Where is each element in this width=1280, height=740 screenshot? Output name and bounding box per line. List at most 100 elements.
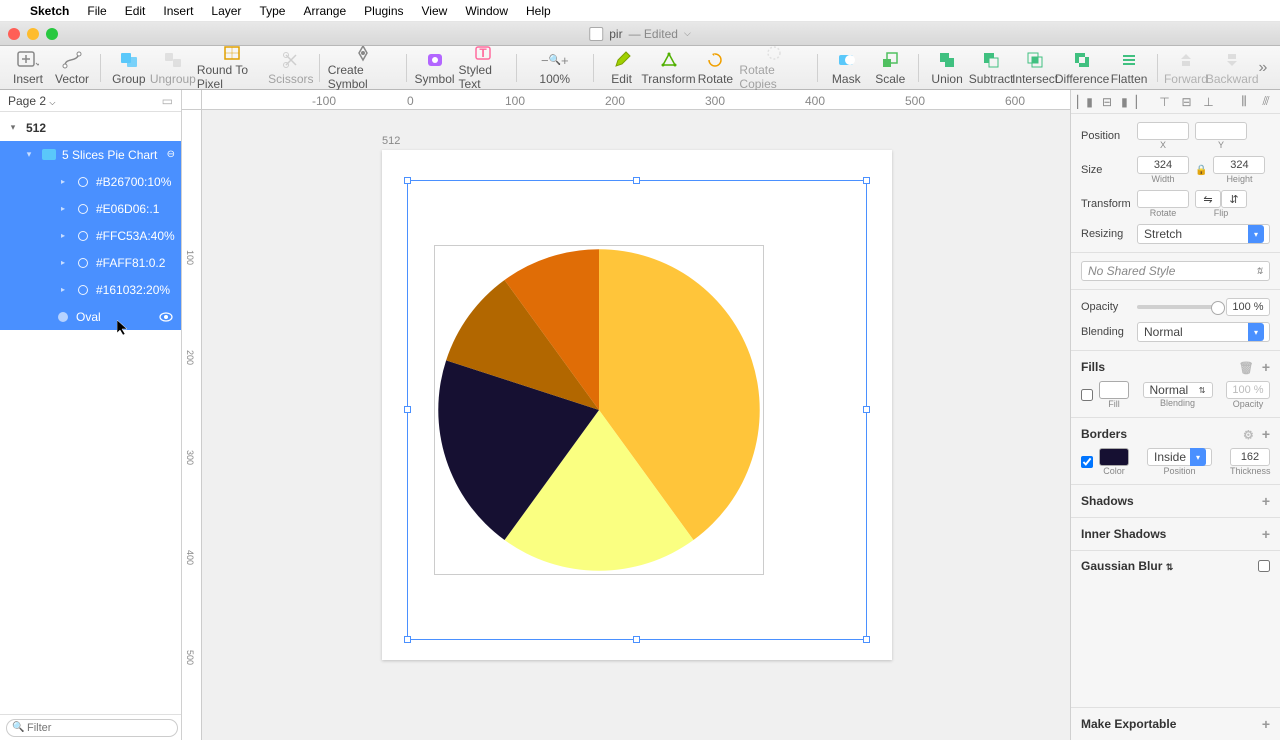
canvas[interactable]: -100 0 100 200 300 400 500 600 100 200 3… [182, 90, 1070, 740]
fill-enabled-checkbox[interactable] [1081, 389, 1093, 401]
resize-handle[interactable] [404, 636, 411, 643]
scale-button[interactable]: Scale [870, 48, 910, 88]
resize-handle[interactable] [404, 177, 411, 184]
difference-button[interactable]: Difference [1059, 48, 1105, 88]
fill-opacity-field[interactable]: 100 % [1226, 381, 1270, 399]
layer-shape[interactable]: ▸ #E06D06:.1 [0, 195, 181, 222]
menu-layer[interactable]: Layer [211, 4, 241, 18]
document-title: pir [609, 27, 622, 41]
forward-button[interactable]: Forward [1166, 48, 1206, 88]
menu-type[interactable]: Type [259, 4, 285, 18]
app-name[interactable]: Sketch [30, 4, 69, 18]
align-center-v-icon[interactable]: ⊟ [1179, 94, 1195, 110]
layer-shape[interactable]: ▸ #161032:20% [0, 276, 181, 303]
align-left-icon[interactable]: ▏▮ [1077, 94, 1093, 110]
align-center-h-icon[interactable]: ⊟ [1099, 94, 1115, 110]
add-export-button[interactable]: + [1262, 716, 1270, 732]
zoom-control[interactable]: − 🔍 +100% [525, 48, 585, 88]
align-right-icon[interactable]: ▮▕ [1121, 94, 1137, 110]
close-button[interactable] [8, 28, 20, 40]
make-exportable-header[interactable]: Make Exportable [1081, 717, 1176, 731]
border-enabled-checkbox[interactable] [1081, 456, 1093, 468]
scissors-button[interactable]: Scissors [271, 48, 311, 88]
vector-button[interactable]: Vector [52, 48, 92, 88]
add-shadow-button[interactable]: + [1262, 493, 1270, 509]
blending-select[interactable]: Normal▾ [1137, 322, 1270, 342]
add-inner-shadow-button[interactable]: + [1262, 526, 1270, 542]
filter-input[interactable] [6, 719, 178, 737]
flip-h-button[interactable]: ⇋ [1195, 190, 1221, 208]
resize-handle[interactable] [863, 177, 870, 184]
opacity-slider[interactable] [1137, 305, 1220, 309]
layer-group[interactable]: ▾ 5 Slices Pie Chart ⊖ [0, 141, 181, 168]
chevron-down-icon[interactable]: ⌵ [684, 28, 691, 39]
menu-edit[interactable]: Edit [125, 4, 146, 18]
insert-button[interactable]: Insert [8, 48, 48, 88]
menu-view[interactable]: View [422, 4, 448, 18]
round-to-pixel-button[interactable]: Round To Pixel [197, 48, 267, 88]
menu-help[interactable]: Help [526, 4, 551, 18]
menu-insert[interactable]: Insert [163, 4, 193, 18]
x-field[interactable] [1137, 122, 1189, 140]
resize-handle[interactable] [863, 636, 870, 643]
layer-artboard[interactable]: ▾ 512 [0, 114, 181, 141]
toolbar-overflow-icon[interactable]: » [1258, 59, 1272, 77]
rotate-button[interactable]: Rotate [695, 48, 735, 88]
visibility-icon[interactable] [159, 310, 173, 324]
fill-color-swatch[interactable] [1099, 381, 1129, 399]
menu-arrange[interactable]: Arrange [303, 4, 346, 18]
resize-handle[interactable] [863, 406, 870, 413]
subtract-button[interactable]: Subtract [971, 48, 1011, 88]
layer-oval[interactable]: Oval [0, 303, 181, 330]
layer-shape[interactable]: ▸ #B26700:10% [0, 168, 181, 195]
mask-button[interactable]: Mask [826, 48, 866, 88]
layer-shape[interactable]: ▸ #FFC53A:40% [0, 222, 181, 249]
gear-icon[interactable]: ⚙ [1243, 428, 1254, 442]
ungroup-button[interactable]: Ungroup [153, 48, 193, 88]
resize-handle[interactable] [633, 636, 640, 643]
page-selector[interactable]: Page 2 ⌵ ▭ [0, 90, 181, 112]
flip-v-button[interactable]: ⇵ [1221, 190, 1247, 208]
resize-handle[interactable] [633, 177, 640, 184]
resize-handle[interactable] [404, 406, 411, 413]
distribute-h-icon[interactable]: ⫼ [1236, 94, 1252, 110]
artboard-label[interactable]: 512 [382, 135, 400, 147]
rotate-field[interactable] [1137, 190, 1189, 208]
symbol-button[interactable]: Symbol [415, 48, 455, 88]
rotate-copies-button[interactable]: Rotate Copies [739, 48, 809, 88]
menu-window[interactable]: Window [465, 4, 508, 18]
width-field[interactable]: 324 [1137, 156, 1189, 174]
align-bottom-icon[interactable]: ⊥ [1201, 94, 1217, 110]
edit-button[interactable]: Edit [602, 48, 642, 88]
border-position-select[interactable]: Inside▾ [1147, 448, 1212, 466]
align-top-icon[interactable]: ⊤ [1157, 94, 1173, 110]
transform-button[interactable]: Transform [646, 48, 692, 88]
add-border-button[interactable]: + [1262, 426, 1270, 442]
height-field[interactable]: 324 [1213, 156, 1265, 174]
opacity-field[interactable]: 100 % [1226, 298, 1270, 316]
pages-toggle-icon[interactable]: ▭ [162, 94, 173, 108]
resizing-select[interactable]: Stretch▾ [1137, 224, 1270, 244]
group-button[interactable]: Group [109, 48, 149, 88]
menu-file[interactable]: File [87, 4, 106, 18]
border-thickness-field[interactable]: 162 [1230, 448, 1270, 466]
lock-icon[interactable]: 🔒 [1195, 165, 1207, 176]
blur-enabled-checkbox[interactable] [1258, 560, 1270, 572]
menu-plugins[interactable]: Plugins [364, 4, 403, 18]
backward-button[interactable]: Backward [1210, 48, 1255, 88]
maximize-button[interactable] [46, 28, 58, 40]
fill-blending-select[interactable]: Normal⇅ [1143, 382, 1213, 398]
create-symbol-button[interactable]: Create Symbol [328, 48, 398, 88]
union-button[interactable]: Union [927, 48, 967, 88]
flatten-button[interactable]: Flatten [1109, 48, 1149, 88]
trash-icon[interactable]: 🗑 [1239, 361, 1254, 375]
layer-shape[interactable]: ▸ #FAFF81:0.2 [0, 249, 181, 276]
y-field[interactable] [1195, 122, 1247, 140]
minimize-button[interactable] [27, 28, 39, 40]
add-fill-button[interactable]: + [1262, 359, 1270, 375]
border-color-swatch[interactable] [1099, 448, 1129, 466]
styled-text-button[interactable]: TStyled Text [459, 48, 508, 88]
distribute-v-icon[interactable]: ⫻ [1258, 94, 1274, 110]
intersect-button[interactable]: Intersect [1015, 48, 1055, 88]
shared-style-select[interactable]: No Shared Style⇅ [1081, 261, 1270, 281]
